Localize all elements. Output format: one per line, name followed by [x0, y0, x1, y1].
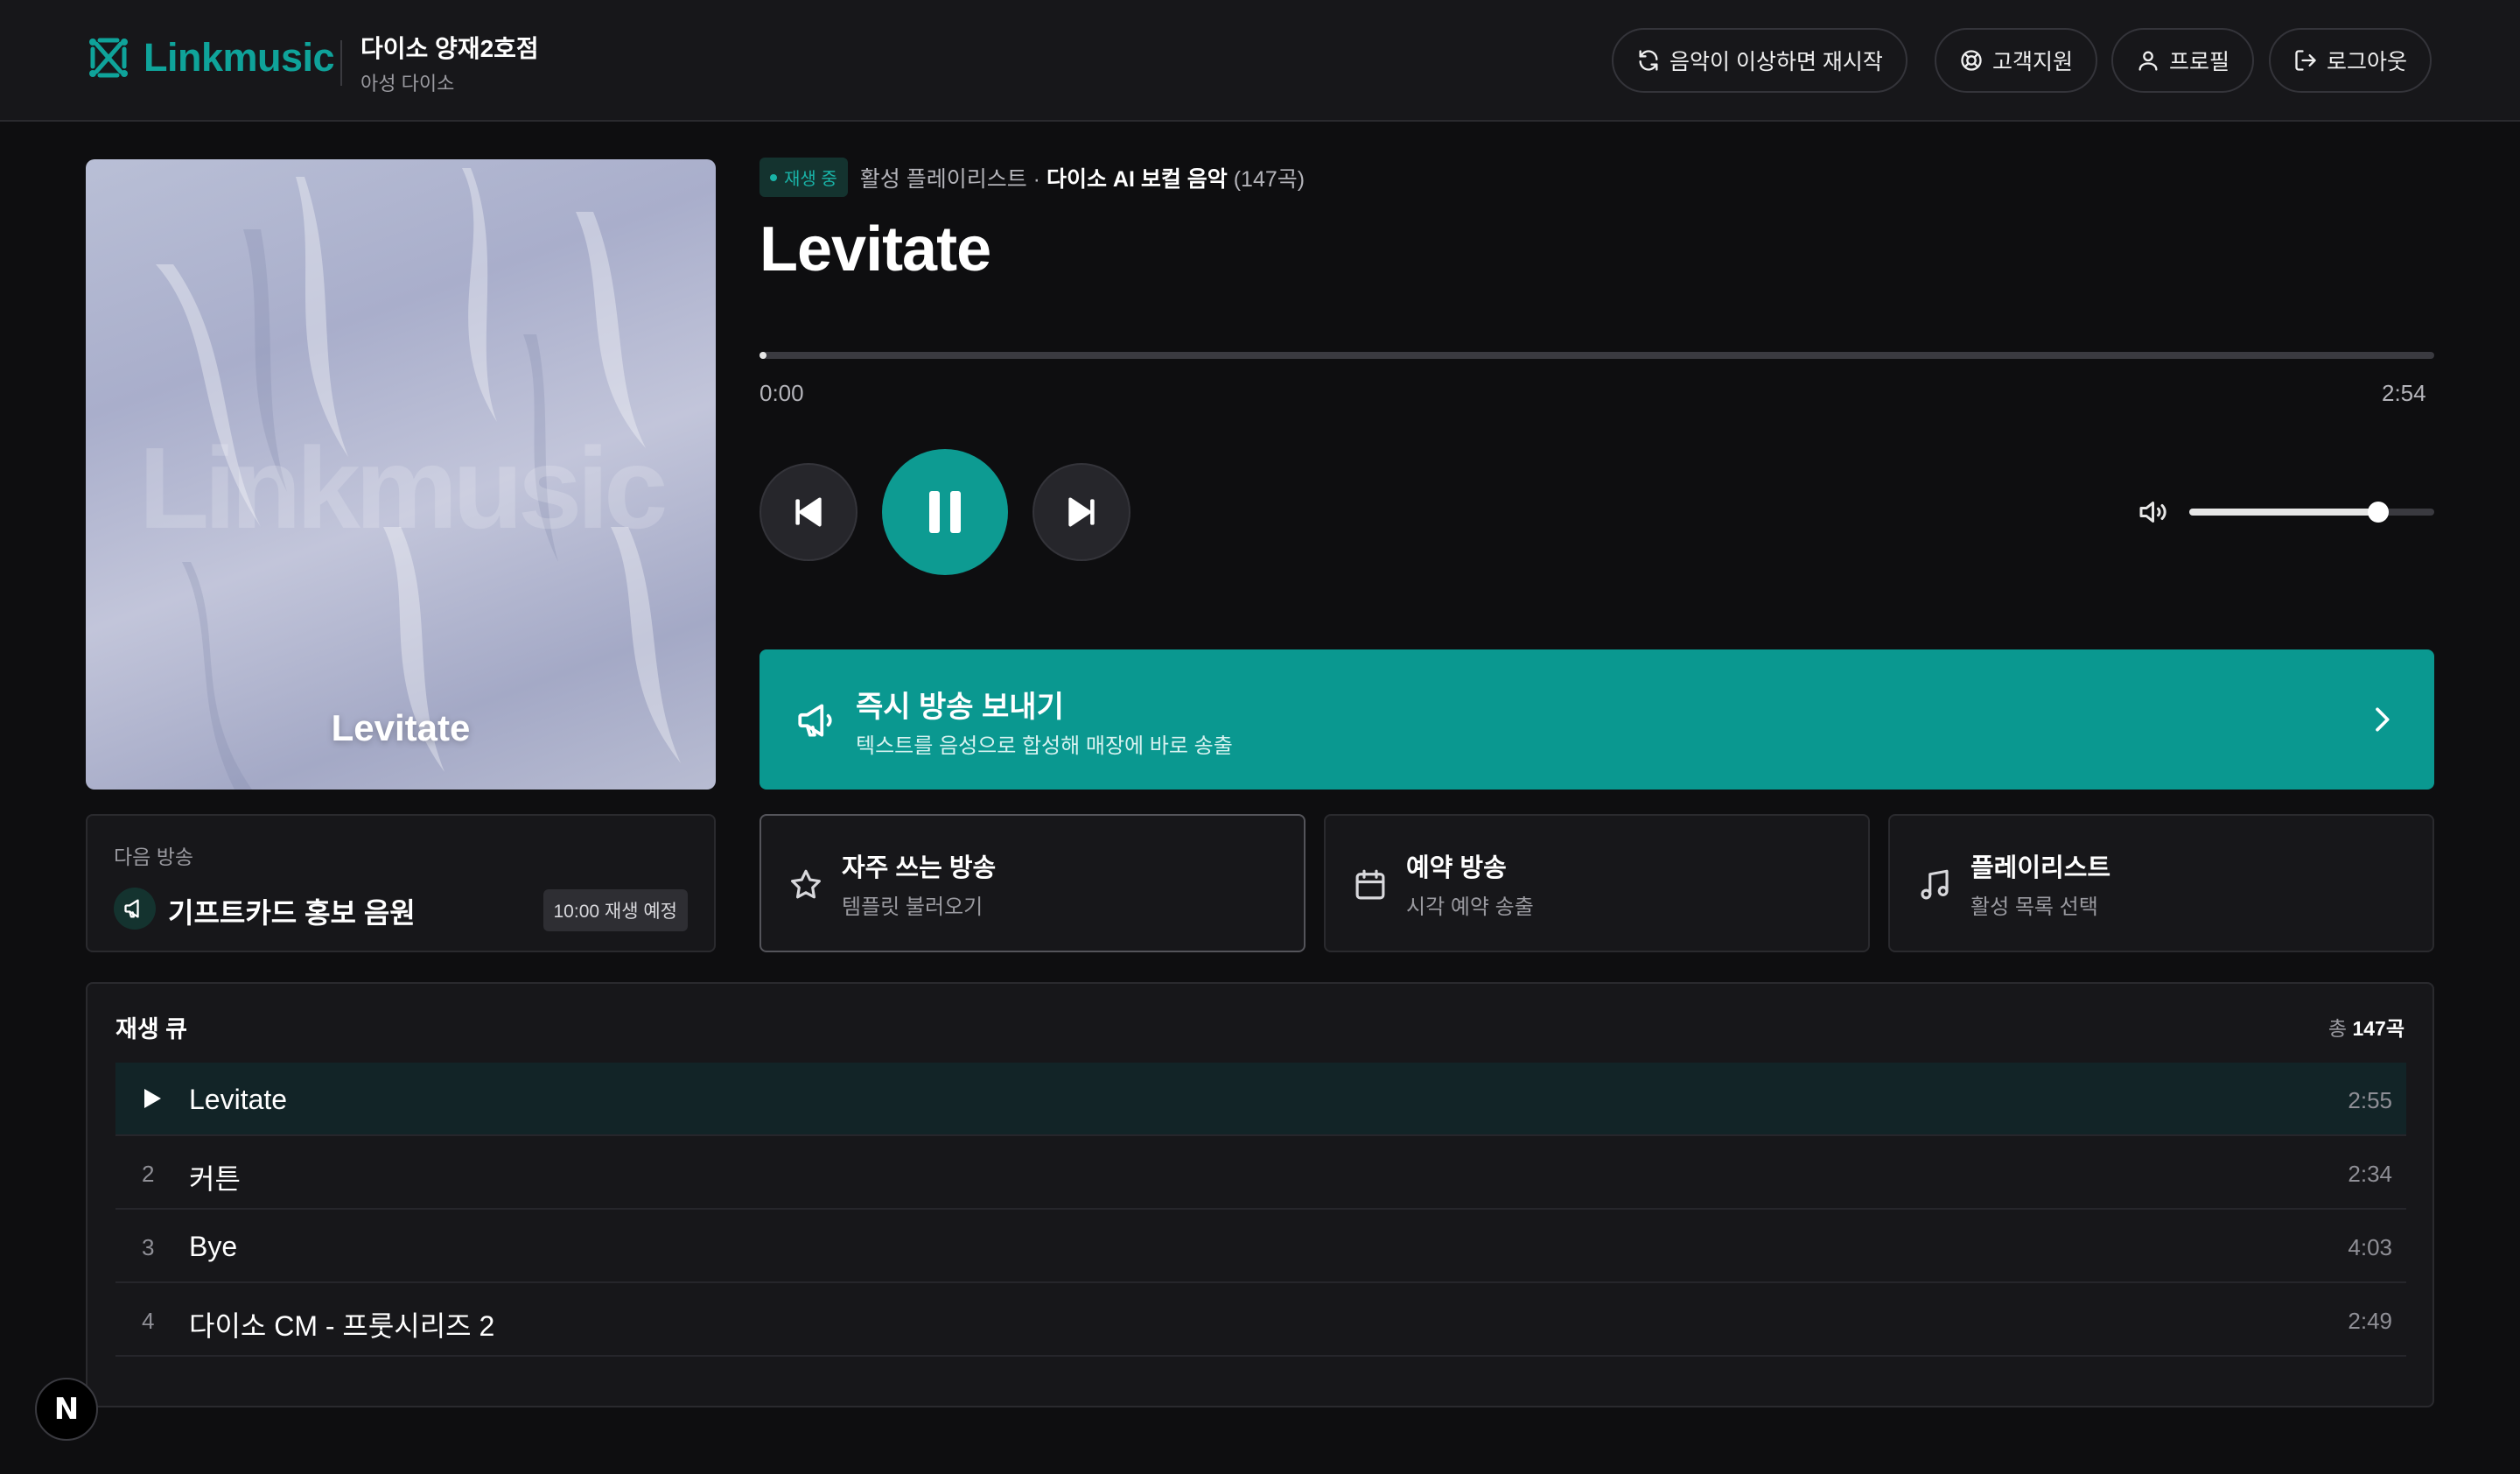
logout-label: 로그아웃 [2327, 50, 2408, 74]
play-icon [142, 1087, 163, 1110]
music-note-icon [1916, 867, 1953, 903]
store-info: 다이소 양재2호점 아성 다이소 [360, 30, 539, 96]
playlist-title: 플레이리스트 [1970, 854, 2111, 882]
queue-row[interactable]: 2 커튼 2:34 [116, 1136, 2406, 1210]
album-art: Linkmusic [86, 159, 716, 790]
queue-row-title: Bye [189, 1231, 238, 1262]
user-icon [2136, 48, 2160, 73]
queue-total-prefix: 총 [2328, 1017, 2353, 1040]
playlist-subtitle: 활성 목록 선택 [1970, 895, 2098, 919]
megaphone-icon [794, 698, 838, 742]
playing-status-label: 재생 중 [784, 170, 837, 189]
calendar-icon [1352, 867, 1389, 903]
favorite-broadcast-card[interactable]: 자주 쓰는 방송 템플릿 불러오기 [760, 814, 1306, 952]
queue-title: 재생 큐 [116, 1016, 188, 1042]
profile-button[interactable]: 프로필 [2111, 28, 2255, 93]
queue-row-duration: 2:55 [2348, 1087, 2392, 1113]
favorite-broadcast-subtitle: 템플릿 불러오기 [842, 895, 984, 919]
queue-row[interactable]: 4 다이소 CM - 프룻시리즈 2 2:49 [116, 1283, 2406, 1357]
brand-logo[interactable]: Linkmusic [86, 35, 335, 81]
queue-row-title: 다이소 CM - 프룻시리즈 2 [189, 1310, 495, 1342]
restart-music-label: 음악이 이상하면 재시작 [1670, 50, 1883, 74]
next-broadcast-card[interactable]: 다음 방송 기프트카드 홍보 음원 10:00 재생 예정 [86, 814, 716, 952]
queue-total: 총 147곡 [2328, 1012, 2404, 1042]
next-broadcast-time-badge: 10:00 재생 예정 [542, 889, 688, 931]
next-button[interactable] [1032, 463, 1130, 561]
volume-icon[interactable] [2137, 496, 2172, 528]
support-label: 고객지원 [1992, 50, 2074, 74]
megaphone-icon [114, 888, 156, 930]
time-current: 0:00 [760, 380, 804, 406]
linkmusic-logo-icon [86, 35, 131, 81]
store-name: 다이소 양재2호점 [360, 35, 539, 62]
queue-row-title: Levitate [189, 1084, 288, 1115]
skip-forward-icon [1068, 497, 1095, 527]
next-broadcast-label: 다음 방송 [114, 846, 194, 868]
progress-fill [760, 352, 766, 359]
previous-button[interactable] [760, 463, 858, 561]
app-header: Linkmusic 다이소 양재2호점 아성 다이소 음악이 이상하면 재시작 … [0, 0, 2520, 122]
queue-row-duration: 2:34 [2348, 1161, 2392, 1187]
playlist-card[interactable]: 플레이리스트 활성 목록 선택 [1888, 814, 2434, 952]
active-playlist-count: (147곡) [1233, 166, 1306, 192]
scheduled-broadcast-card[interactable]: 예약 방송 시각 예약 송출 [1324, 814, 1870, 952]
logout-button[interactable]: 로그아웃 [2269, 28, 2432, 93]
active-playlist-info: 활성 플레이리스트 · 다이소 AI 보컬 음악 (147곡) [860, 162, 1305, 193]
playing-status-badge: 재생 중 [760, 158, 848, 197]
album-title: Levitate [331, 707, 471, 748]
scheduled-broadcast-title: 예약 방송 [1406, 854, 1507, 882]
store-subtitle: 아성 다이소 [360, 73, 455, 95]
brand-name: Linkmusic [144, 35, 335, 80]
lifebuoy-icon [1959, 48, 1984, 73]
volume-thumb[interactable] [2367, 502, 2389, 523]
queue-row-index: 4 [142, 1308, 155, 1334]
pause-icon [929, 491, 961, 533]
profile-label: 프로필 [2169, 50, 2230, 74]
restart-music-button[interactable]: 음악이 이상하면 재시작 [1612, 28, 1908, 93]
queue-row-index: 3 [142, 1234, 155, 1260]
skip-back-icon [795, 497, 822, 527]
star-icon [788, 867, 824, 903]
active-playlist-name: 다이소 AI 보컬 음악 [1046, 166, 1228, 192]
dev-tools-badge[interactable]: N [35, 1378, 98, 1441]
play-queue: 재생 큐 총 147곡 Levitate 2:55 2 커튼 2:34 3 By… [86, 982, 2434, 1407]
now-playing-meta: 재생 중 활성 플레이리스트 · 다이소 AI 보컬 음악 (147곡) [760, 158, 1305, 197]
volume-slider[interactable] [2189, 502, 2434, 523]
time-total: 2:54 [2382, 380, 2426, 406]
status-dot-icon [770, 173, 777, 181]
queue-row-title: 커튼 [189, 1163, 241, 1195]
album-watermark: Linkmusic [138, 424, 668, 552]
refresh-icon [1636, 48, 1661, 73]
chevron-right-icon [2364, 702, 2399, 737]
logout-icon [2293, 48, 2318, 73]
broadcast-subtitle: 텍스트를 음성으로 합성해 매장에 바로 송출 [856, 734, 1233, 758]
play-pause-button[interactable] [882, 449, 1008, 575]
instant-broadcast-button[interactable]: 즉시 방송 보내기 텍스트를 음성으로 합성해 매장에 바로 송출 [760, 649, 2434, 790]
dev-tools-badge-letter: N [53, 1392, 80, 1427]
queue-row-current[interactable]: Levitate 2:55 [116, 1063, 2406, 1136]
header-divider [340, 40, 342, 86]
track-title: Levitate [760, 214, 991, 284]
support-button[interactable]: 고객지원 [1935, 28, 2098, 93]
queue-row-duration: 2:49 [2348, 1308, 2392, 1334]
next-broadcast-title: 기프트카드 홍보 음원 [168, 897, 416, 929]
favorite-broadcast-title: 자주 쓰는 방송 [842, 854, 997, 882]
scheduled-broadcast-subtitle: 시각 예약 송출 [1406, 895, 1534, 919]
queue-row[interactable]: 3 Bye 4:03 [116, 1210, 2406, 1283]
queue-total-count: 147곡 [2352, 1017, 2404, 1040]
queue-row-duration: 4:03 [2348, 1234, 2392, 1260]
volume-fill [2189, 502, 2389, 523]
queue-row-index: 2 [142, 1161, 155, 1187]
active-playlist-prefix: 활성 플레이리스트 · [859, 166, 1046, 192]
progress-bar[interactable] [760, 352, 2434, 359]
broadcast-title: 즉시 방송 보내기 [856, 691, 1064, 724]
